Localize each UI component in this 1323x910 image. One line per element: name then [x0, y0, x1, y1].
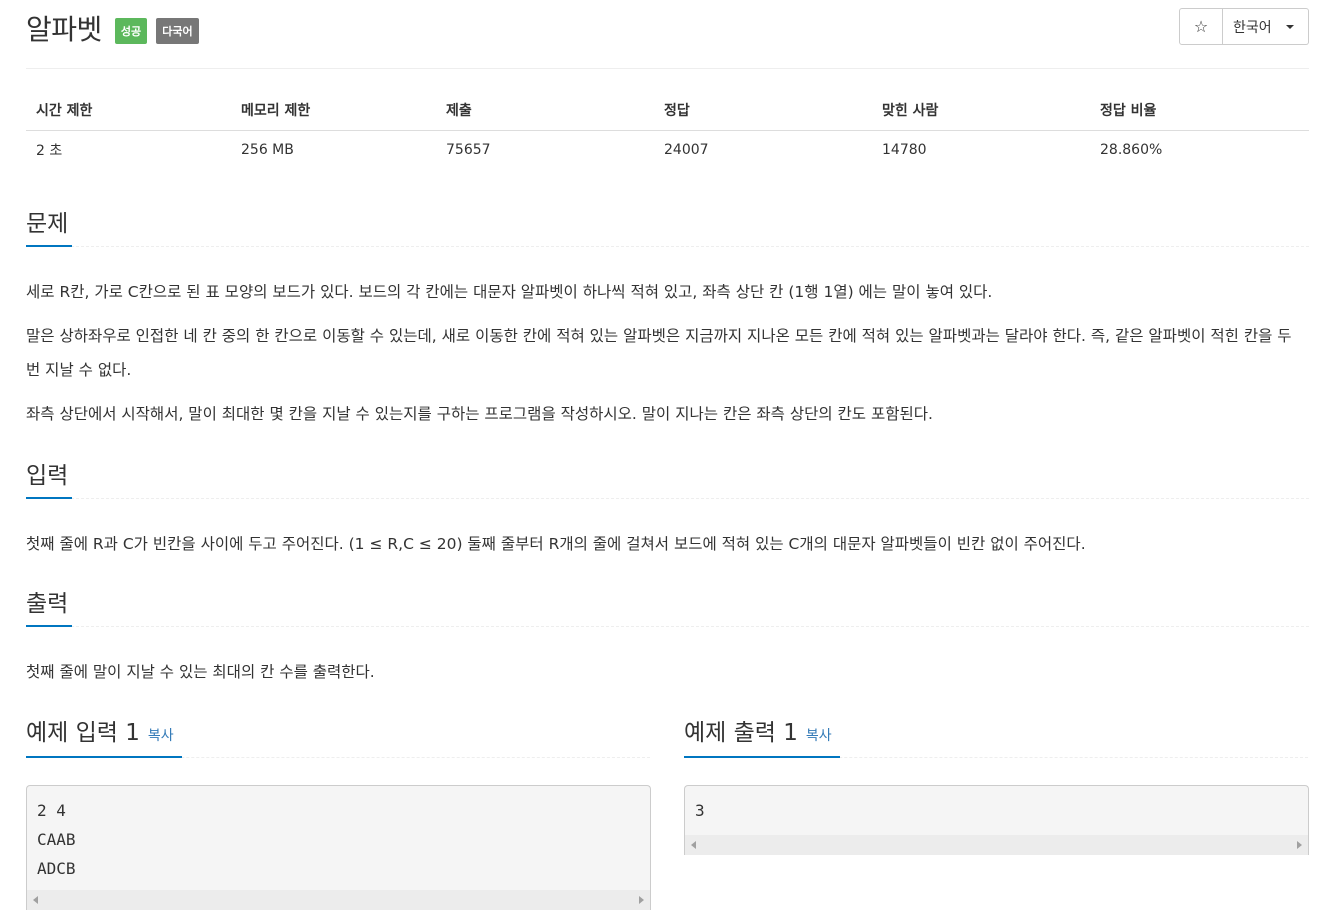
output-description: 첫째 줄에 말이 지날 수 있는 최대의 칸 수를 출력한다. [26, 627, 1309, 689]
top-controls: ☆ 한국어 [1179, 8, 1309, 45]
sample-output-scrollbar[interactable] [684, 835, 1309, 855]
problem-paragraph: 말은 상하좌우로 인접한 네 칸 중의 한 칸으로 이동할 수 있는데, 새로 … [26, 327, 1292, 379]
input-section-header: 입력 [26, 457, 1309, 499]
accept-ratio-value: 28.860% [1100, 142, 1163, 159]
star-icon[interactable]: ☆ [1179, 8, 1223, 45]
sample-input-data[interactable]: 2 4 CAAB ADCB [26, 785, 651, 900]
section-underline [26, 497, 72, 499]
header-divider [26, 68, 1309, 69]
header-submissions: 제출 [436, 90, 654, 131]
section-underline [26, 756, 182, 758]
status-badge-success: 성공 [114, 18, 148, 44]
problem-section: 문제 세로 R칸, 가로 C칸으로 된 표 모양의 보드가 있다. 보드의 각 … [26, 205, 1309, 431]
section-underline [684, 756, 840, 758]
sample-output-heading: 예제 출력 1 복사 [684, 718, 832, 751]
solved-users-value: 14780 [882, 142, 927, 159]
language-label: 한국어 [1233, 19, 1272, 36]
multilang-badge: 다국어 [156, 18, 199, 44]
table-header-row: 시간 제한 메모리 제한 제출 정답 맞힌 사람 정답 비율 [26, 90, 1309, 131]
page-title: 알파벳 [26, 13, 102, 46]
sample-output-data[interactable]: 3 [684, 785, 1309, 835]
header-solved-users: 맞힌 사람 [872, 90, 1090, 131]
problem-paragraph: 좌측 상단에서 시작해서, 말이 최대한 몇 칸을 지날 수 있는지를 구하는 … [26, 405, 933, 423]
header-accepted: 정답 [654, 90, 872, 131]
problem-description: 세로 R칸, 가로 C칸으로 된 표 모양의 보드가 있다. 보드의 각 칸에는… [26, 247, 1309, 431]
sample-input-scrollbar[interactable] [26, 890, 651, 910]
sample-input-section: 예제 입력 1 복사 2 4 CAAB ADCB [26, 712, 651, 910]
scrollbar-track [685, 835, 1308, 855]
sample-input-heading: 예제 입력 1 복사 [26, 718, 174, 751]
scroll-left-icon[interactable] [691, 841, 696, 849]
output-section-header: 출력 [26, 585, 1309, 627]
accepted-value: 24007 [664, 142, 709, 159]
scroll-left-icon[interactable] [33, 896, 38, 904]
header-accept-ratio: 정답 비율 [1090, 90, 1309, 131]
time-limit-value: 2 초 [36, 143, 63, 160]
output-text: 첫째 줄에 말이 지날 수 있는 최대의 칸 수를 출력한다. [26, 663, 375, 681]
submissions-value: 75657 [446, 142, 491, 159]
chevron-down-icon [1285, 24, 1294, 29]
problem-heading: 문제 [26, 211, 69, 237]
title-row: 알파벳 성공 다국어 [26, 8, 199, 48]
sample-output-section: 예제 출력 1 복사 3 [684, 712, 1309, 855]
output-heading: 출력 [26, 591, 69, 617]
sample-input-header: 예제 입력 1 복사 [26, 712, 650, 758]
input-heading: 입력 [26, 463, 69, 489]
header-time-limit: 시간 제한 [26, 90, 231, 131]
problem-paragraph: 세로 R칸, 가로 C칸으로 된 표 모양의 보드가 있다. 보드의 각 칸에는… [26, 283, 993, 301]
sample-output-header: 예제 출력 1 복사 [684, 712, 1308, 758]
problem-info-table: 시간 제한 메모리 제한 제출 정답 맞힌 사람 정답 비율 2 초 256 M… [26, 90, 1309, 170]
section-underline [26, 245, 72, 247]
copy-sample-output-button[interactable]: 복사 [806, 728, 832, 744]
language-dropdown[interactable]: 한국어 [1223, 8, 1309, 45]
input-description: 첫째 줄에 R과 C가 빈칸을 사이에 두고 주어진다. (1 ≤ R,C ≤ … [26, 499, 1309, 561]
scroll-right-icon[interactable] [639, 896, 644, 904]
memory-limit-value: 256 MB [241, 142, 294, 159]
sample-input-title: 예제 입력 1 [26, 720, 140, 746]
section-underline [26, 625, 72, 627]
header-memory-limit: 메모리 제한 [231, 90, 436, 131]
input-text: 첫째 줄에 R과 C가 빈칸을 사이에 두고 주어진다. (1 ≤ R,C ≤ … [26, 535, 1086, 553]
output-section: 출력 첫째 줄에 말이 지날 수 있는 최대의 칸 수를 출력한다. [26, 585, 1309, 689]
input-section: 입력 첫째 줄에 R과 C가 빈칸을 사이에 두고 주어진다. (1 ≤ R,C… [26, 457, 1309, 561]
scrollbar-track [27, 890, 650, 910]
sample-output-title: 예제 출력 1 [684, 720, 798, 746]
table-row: 2 초 256 MB 75657 24007 14780 28.860% [26, 130, 1309, 170]
scroll-right-icon[interactable] [1297, 841, 1302, 849]
problem-section-header: 문제 [26, 205, 1309, 247]
copy-sample-input-button[interactable]: 복사 [148, 728, 174, 744]
